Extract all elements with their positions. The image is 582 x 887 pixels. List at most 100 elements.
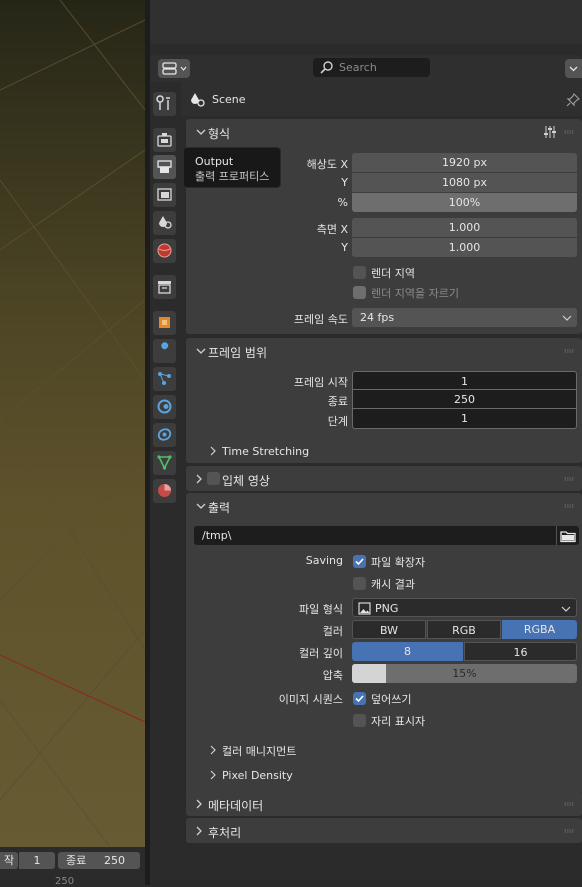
cache-result-checkbox[interactable] xyxy=(353,577,366,590)
mesh-data-icon xyxy=(157,455,172,470)
search-input[interactable]: Search xyxy=(313,58,430,77)
constraints-icon xyxy=(157,428,172,441)
editor-type-button[interactable] xyxy=(158,59,190,78)
crop-region-checkbox[interactable] xyxy=(353,286,366,299)
collection-icon xyxy=(158,281,171,294)
tab-modifiers[interactable] xyxy=(153,339,176,363)
scene-icon xyxy=(159,216,172,229)
chevron-right-icon xyxy=(196,799,202,809)
placeholders-checkbox[interactable] xyxy=(353,714,366,727)
color-management-subpanel[interactable]: 컬러 매니지먼트 xyxy=(222,743,296,759)
aspect-y-field[interactable]: 1.000 xyxy=(352,238,577,257)
aspect-x-field[interactable]: 1.000 xyxy=(352,218,577,237)
overwrite-checkbox[interactable] xyxy=(353,692,366,705)
resolution-percent-slider[interactable]: 100% xyxy=(352,193,577,212)
tab-world[interactable] xyxy=(153,239,176,263)
frame-rate-value: 24 fps xyxy=(360,311,395,324)
browse-folder-button[interactable] xyxy=(556,526,579,545)
tab-physics[interactable] xyxy=(153,395,176,419)
color-mode-rgb[interactable]: RGB xyxy=(427,620,501,639)
3d-viewport[interactable] xyxy=(0,0,145,847)
frame-step-field[interactable]: 1 xyxy=(352,409,577,429)
tab-particles[interactable] xyxy=(153,367,176,391)
viewport-grid xyxy=(0,0,145,847)
compression-slider[interactable]: 15% xyxy=(352,664,577,683)
metadata-panel: 메타데이터 xyxy=(186,791,582,816)
search-icon xyxy=(320,61,333,74)
resolution-x-field[interactable]: 1920 px xyxy=(352,153,577,172)
render-region-checkbox[interactable] xyxy=(353,266,366,279)
drag-grip[interactable] xyxy=(564,504,574,508)
frame-rate-dropdown[interactable]: 24 fps xyxy=(352,308,577,327)
post-processing-panel-title: 후처리 xyxy=(208,826,242,840)
frame-range-panel-title: 프레임 범위 xyxy=(208,346,268,360)
stereoscopy-panel-title: 입체 영상 xyxy=(222,474,270,488)
color-depth-8[interactable]: 8 xyxy=(352,642,463,661)
time-stretching-subpanel[interactable]: Time Stretching xyxy=(222,445,309,458)
tab-constraints[interactable] xyxy=(153,423,176,447)
chevron-down-icon xyxy=(196,348,206,354)
stereoscopy-panel-header[interactable]: 입체 영상 xyxy=(186,466,582,492)
tooltip-title: Output xyxy=(195,155,234,168)
output-printer-icon xyxy=(157,160,172,173)
frame-start-field[interactable]: 1 xyxy=(19,852,55,869)
stereoscopy-checkbox[interactable] xyxy=(207,472,220,485)
physics-icon xyxy=(157,399,172,414)
tab-material[interactable] xyxy=(153,479,176,503)
tooltip-description: 출력 프로퍼티스 xyxy=(195,170,270,183)
drag-grip[interactable] xyxy=(564,829,574,833)
tab-output[interactable] xyxy=(153,155,176,179)
drag-grip[interactable] xyxy=(564,349,574,353)
pin-icon[interactable] xyxy=(565,92,581,108)
tab-data[interactable] xyxy=(153,451,176,475)
frame-start-label: 프레임 시작 xyxy=(293,376,348,389)
drag-grip[interactable] xyxy=(564,802,574,806)
tab-object[interactable] xyxy=(153,311,176,335)
output-panel-title: 출력 xyxy=(208,501,231,515)
tab-tool[interactable] xyxy=(153,92,176,116)
properties-editor-icon xyxy=(162,62,187,75)
drag-grip[interactable] xyxy=(564,130,574,134)
color-mode-rgba[interactable]: RGBA xyxy=(502,620,577,639)
chevron-right-icon xyxy=(196,474,202,484)
chevron-right-icon xyxy=(210,446,216,456)
pixel-density-subpanel[interactable]: Pixel Density xyxy=(222,769,293,782)
frame-start-field[interactable]: 1 xyxy=(352,371,577,390)
drag-grip[interactable] xyxy=(564,477,574,481)
chevron-down-icon xyxy=(562,315,572,321)
color-depth-16[interactable]: 16 xyxy=(464,642,577,661)
scene-name: Scene xyxy=(212,93,246,106)
metadata-panel-header[interactable]: 메타데이터 xyxy=(186,791,582,817)
format-panel-header[interactable]: 형식 xyxy=(186,119,582,145)
tab-scene[interactable] xyxy=(153,211,176,235)
image-sequence-label: 이미지 시퀀스 xyxy=(278,693,343,706)
tab-view-layer[interactable] xyxy=(153,183,176,207)
header-options-button[interactable] xyxy=(565,59,582,78)
chevron-down-icon xyxy=(196,503,206,509)
color-mode-bw[interactable]: BW xyxy=(352,620,426,639)
aspect-y-label: Y xyxy=(341,241,348,254)
aspect-x-label: 측면 X xyxy=(316,223,348,236)
presets-icon[interactable] xyxy=(543,125,557,139)
chevron-down-icon xyxy=(569,66,578,72)
output-panel-header[interactable]: 출력 xyxy=(186,493,582,519)
chevron-down-icon xyxy=(561,606,571,612)
tab-collection[interactable] xyxy=(153,275,176,299)
post-processing-panel-header[interactable]: 후처리 xyxy=(186,818,582,844)
chevron-right-icon xyxy=(210,745,216,755)
frame-end-label: 종료 xyxy=(66,854,87,867)
output-path-value: /tmp\ xyxy=(202,529,232,542)
output-path-input[interactable]: /tmp\ xyxy=(194,526,578,545)
world-icon xyxy=(157,243,172,258)
frame-end-field[interactable]: 250 xyxy=(352,390,577,409)
frame-end-field[interactable]: 종료 250 xyxy=(58,852,140,869)
file-extensions-checkbox[interactable] xyxy=(353,555,366,568)
frame-start-label: 작 xyxy=(0,852,18,869)
compression-value: 15% xyxy=(452,667,477,680)
output-tab-tooltip: Output 출력 프로퍼티스 xyxy=(183,147,281,188)
tab-render[interactable] xyxy=(153,128,176,152)
frame-range-panel-header[interactable]: 프레임 범위 xyxy=(186,338,582,364)
file-format-dropdown[interactable]: PNG xyxy=(352,598,577,617)
resolution-y-field[interactable]: 1080 px xyxy=(352,173,577,192)
file-format-value: PNG xyxy=(375,602,399,615)
